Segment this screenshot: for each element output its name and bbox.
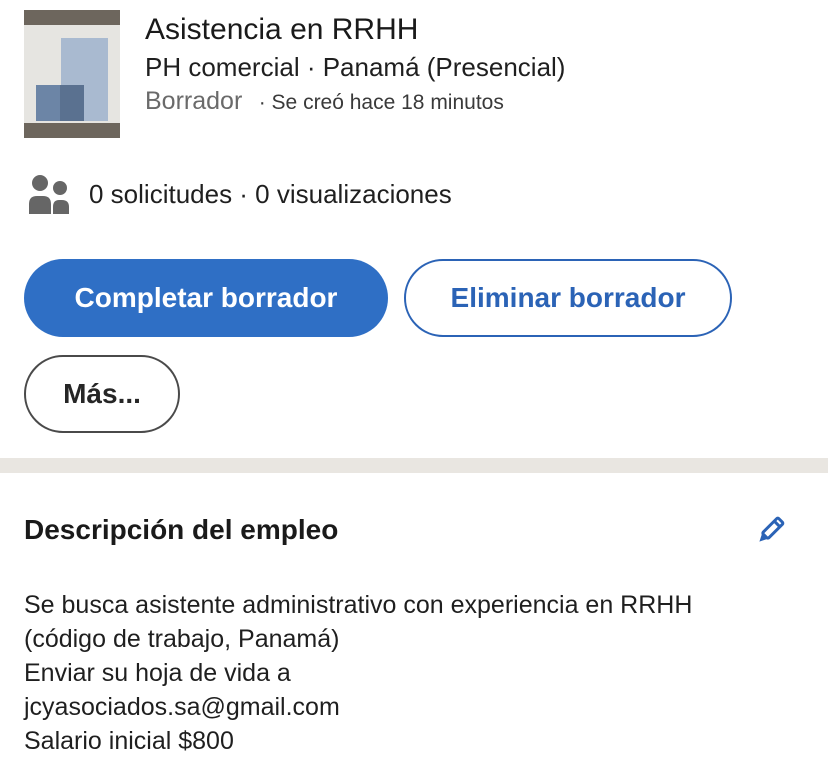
job-header: Asistencia en RRHH PH comercial · Panamá…: [24, 10, 804, 138]
description-line: Enviar su hoja de vida a: [24, 659, 291, 687]
more-button[interactable]: Más...: [24, 355, 180, 433]
pencil-icon[interactable]: [752, 513, 788, 549]
job-status-row: Borrador · Se creó hace 18 minutos: [145, 85, 504, 121]
stats-text: 0 solicitudes · 0 visualizaciones: [89, 179, 452, 209]
section-divider: [0, 458, 828, 473]
job-location: PH comercial · Panamá (Presencial): [145, 52, 566, 82]
description-line: jcyasociados.sa@gmail.com: [24, 693, 340, 721]
status-badge: Borrador: [145, 87, 243, 115]
logo-bottom-bar: [24, 123, 120, 138]
logo-overlap-block: [60, 85, 84, 121]
description-line: Salario inicial $800: [24, 727, 234, 755]
people-icon: [29, 175, 69, 214]
description-line: Se busca asistente administrativo con ex…: [24, 591, 693, 619]
logo-top-bar: [24, 10, 120, 25]
company-logo-icon: [24, 10, 120, 138]
description-title: Descripción del empleo: [24, 514, 339, 545]
complete-draft-button[interactable]: Completar borrador: [24, 259, 388, 337]
description-body: Se busca asistente administrativo con ex…: [24, 588, 814, 758]
description-line: (código de trabajo, Panamá): [24, 625, 340, 653]
job-title: Asistencia en RRHH: [145, 13, 419, 46]
created-timestamp: · Se creó hace 18 minutos: [258, 91, 504, 114]
delete-draft-button[interactable]: Eliminar borrador: [404, 259, 732, 337]
